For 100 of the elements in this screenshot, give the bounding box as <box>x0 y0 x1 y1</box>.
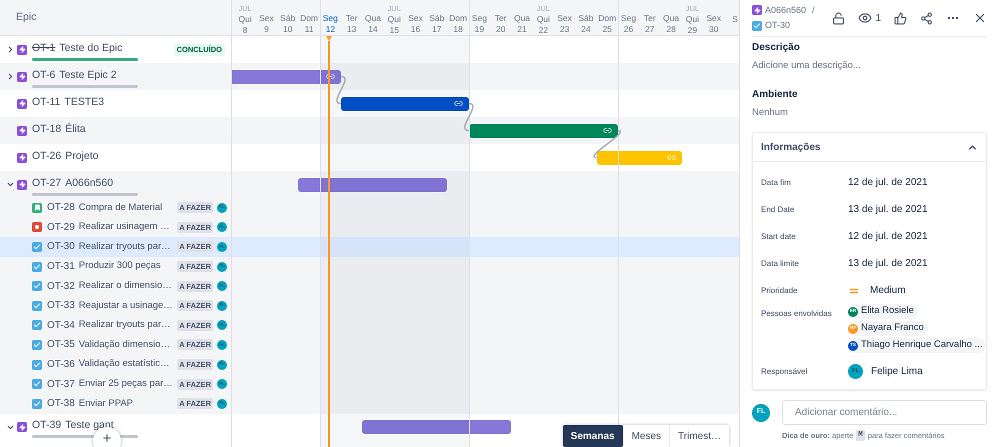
section-text[interactable]: Adicione uma descrição... <box>752 59 987 72</box>
issue-key: OT-30 <box>47 239 75 254</box>
field-value: Felipe Lima <box>871 365 923 379</box>
task-icon <box>32 242 42 252</box>
day-label: 26 <box>624 24 634 35</box>
weekday-label: Ter <box>346 13 358 24</box>
epic-title: Teste Epic 2 <box>59 68 117 82</box>
day-label: 21 <box>517 24 527 35</box>
chevron-right-icon[interactable] <box>6 45 15 54</box>
issue-title: Realizar usinagem … <box>78 220 171 234</box>
link-icon <box>454 99 463 108</box>
timeline-bar[interactable] <box>468 124 618 138</box>
weekday-label: S <box>732 14 738 25</box>
task-icon <box>32 320 42 330</box>
epic-icon <box>17 44 27 54</box>
epic-icon <box>752 5 762 16</box>
link-icon <box>602 126 612 135</box>
section-text[interactable]: Nenhum <box>752 106 987 119</box>
thumbs-up-icon[interactable] <box>894 12 907 24</box>
weekday-label: Sex <box>259 13 274 24</box>
day-label: 15 <box>389 25 399 36</box>
issue-title: Realizar tryouts par… <box>78 240 172 254</box>
weekday-label: Sex <box>706 13 721 24</box>
task-icon <box>32 281 42 292</box>
weekday-label: Seg <box>322 13 338 24</box>
weekday-label: Qui <box>388 14 401 25</box>
timeline-bar[interactable] <box>362 420 512 434</box>
section-heading: Ambiente <box>752 88 799 102</box>
epic-title: Projeto <box>65 150 98 162</box>
section-heading: Descrição <box>752 41 801 55</box>
issue-key: OT-37 <box>47 376 75 392</box>
weekday-label: Dom <box>449 13 468 24</box>
epic-title: Teste do Epic <box>59 42 122 54</box>
task-icon <box>32 300 42 311</box>
weekday-label: Sáb <box>280 13 296 24</box>
issue-key[interactable]: OT-6 <box>32 68 56 82</box>
issue-key[interactable]: OT-39 <box>32 419 62 432</box>
day-label: 25 <box>602 24 612 35</box>
breadcrumb-separator: / <box>812 4 815 16</box>
issue-key[interactable]: OT-1 <box>32 42 56 54</box>
day-label: 9 <box>264 24 269 35</box>
issue-key[interactable]: OT-27 <box>32 176 62 190</box>
weekday-label: Sex <box>408 13 423 24</box>
view-tab[interactable]: Trimest… <box>669 425 729 447</box>
issue-title: Enviar PPAP <box>78 396 134 411</box>
field-value: 12 de jul. de 2021 <box>848 176 928 190</box>
issue-title: Reajustar a usinage… <box>78 298 174 313</box>
issue-key: OT-31 <box>47 259 75 274</box>
share-icon[interactable] <box>920 12 933 24</box>
weekday-label: Qua <box>364 13 381 24</box>
lock-icon[interactable] <box>832 12 846 24</box>
field-label: Pessoas envolvidas <box>761 308 833 320</box>
issue-title: Validação estatístic… <box>78 357 170 372</box>
issue-key[interactable]: OT-11 <box>32 96 60 108</box>
issue-key: OT-36 <box>47 357 75 372</box>
view-tab[interactable]: Meses <box>622 425 670 447</box>
issue-key: OT-33 <box>47 298 75 314</box>
day-label: 10 <box>283 24 292 35</box>
day-label: 23 <box>560 24 570 35</box>
weekday-label: Qui <box>238 14 252 25</box>
issue-key: OT-29 <box>47 220 75 235</box>
weekday-label: Seg <box>620 13 636 24</box>
chevron-right-icon[interactable] <box>6 72 15 81</box>
weekday-label: Qui <box>686 14 699 25</box>
breadcrumb-link[interactable]: A066n560 <box>765 4 806 17</box>
close-icon[interactable] <box>973 11 987 25</box>
issue-title: Enviar 25 peças par… <box>78 377 174 392</box>
day-label: 20 <box>496 24 506 35</box>
timeline-bar[interactable] <box>298 178 448 192</box>
timeline-bar[interactable] <box>341 96 469 110</box>
chevron-down-icon[interactable] <box>6 180 15 189</box>
field-label: Start date <box>761 230 797 242</box>
day-label: 27 <box>645 24 655 35</box>
card-title: Informações <box>761 140 820 154</box>
epic-title: Élita <box>65 122 86 136</box>
field-label: Prioridade <box>761 284 798 296</box>
field-label: Data fim <box>761 176 792 188</box>
day-label: 28 <box>666 24 676 35</box>
day-label: 24 <box>581 24 591 35</box>
weekday-label: Ter <box>494 13 507 24</box>
day-label: 18 <box>453 24 463 35</box>
epic-icon <box>17 152 27 162</box>
story-icon <box>32 202 42 213</box>
field-value: 13 de jul. de 2021 <box>848 257 928 271</box>
person-name: Nayara Franco <box>861 321 924 336</box>
view-tab[interactable]: Semanas <box>562 425 623 447</box>
watch-button[interactable]: 1 <box>858 10 881 26</box>
issue-key[interactable]: OT-18 <box>32 122 62 136</box>
weekday-label: Dom <box>598 13 616 24</box>
comment-field[interactable]: Adicionar comentário... <box>782 400 987 425</box>
task-icon <box>752 20 762 31</box>
day-label: 29 <box>688 25 698 36</box>
weekday-label: Seg <box>472 13 487 24</box>
column-header: Epic <box>16 10 36 25</box>
day-label: 17 <box>432 24 442 35</box>
issue-key: OT-34 <box>47 318 75 333</box>
issue-key[interactable]: OT-26 <box>32 150 62 162</box>
day-label: 22 <box>538 25 548 36</box>
task-icon <box>32 262 42 272</box>
breadcrumb-link[interactable]: OT-30 <box>765 19 790 32</box>
